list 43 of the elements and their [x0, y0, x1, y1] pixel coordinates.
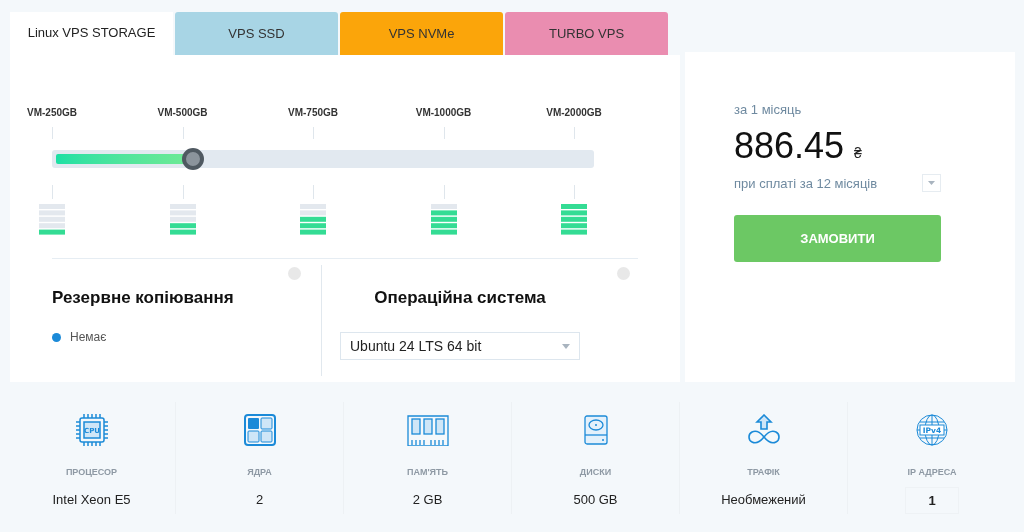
tab[interactable]: TURBO VPS: [505, 12, 668, 55]
os-select[interactable]: Ubuntu 24 LTS 64 bit: [340, 332, 580, 361]
capacity-icon: [169, 204, 196, 237]
tab[interactable]: Linux VPS STORAGE: [10, 12, 173, 55]
hard-drive-icon: [583, 415, 608, 445]
spec-label: ЯДРА: [247, 466, 272, 479]
spec-label: ПАМ'ЯТЬ: [406, 466, 448, 479]
spec-value: 2: [255, 490, 264, 509]
option-label[interactable]: Немає: [70, 328, 107, 347]
spec-value: Необмежений: [721, 490, 806, 509]
section-title: Операційна система: [373, 286, 547, 309]
capacity-icon: [430, 204, 457, 237]
tab[interactable]: VPS NVMe: [340, 12, 503, 55]
tab[interactable]: VPS SSD: [175, 12, 338, 55]
ip-count-input[interactable]: 1: [905, 487, 959, 514]
spec-label: ТРАФІК: [747, 466, 780, 479]
spec-label: ПРОЦЕСОР: [65, 466, 118, 479]
plan-label[interactable]: VM-1000GB: [415, 105, 472, 120]
spec-label: ДИСКИ: [579, 466, 612, 479]
price-amount: 886.45: [734, 125, 845, 166]
currency-symbol: ₴: [854, 143, 862, 163]
plan-label[interactable]: VM-750GB: [288, 105, 338, 120]
spec-label: IP АДРЕСА: [907, 465, 957, 479]
cores-grid-icon: [243, 414, 276, 446]
spec-value: 500 GB: [573, 490, 618, 509]
memory-module-icon: [406, 414, 449, 446]
slider-thumb[interactable]: [181, 148, 204, 170]
spec-value: Intel Xeon E5: [52, 490, 131, 509]
payment-term: при сплаті за 12 місяців: [734, 174, 878, 193]
radio-button[interactable]: [52, 332, 61, 342]
price-period: за 1 місяць: [734, 101, 803, 119]
plan-label[interactable]: VM-500GB: [157, 105, 208, 120]
caret-icon: [928, 181, 935, 186]
plan-label[interactable]: VM-250GB: [27, 105, 77, 120]
section-title: Резервне копіювання: [52, 286, 235, 309]
capacity-icon: [39, 204, 65, 237]
plan-slider[interactable]: [52, 150, 594, 168]
capacity-icon: [300, 204, 326, 237]
spec-value: 2 GB: [412, 490, 443, 509]
capacity-icon: [561, 204, 587, 237]
plan-label[interactable]: VM-2000GB: [546, 105, 602, 120]
caret-icon: [562, 343, 570, 349]
term-dropdown[interactable]: [922, 174, 941, 193]
